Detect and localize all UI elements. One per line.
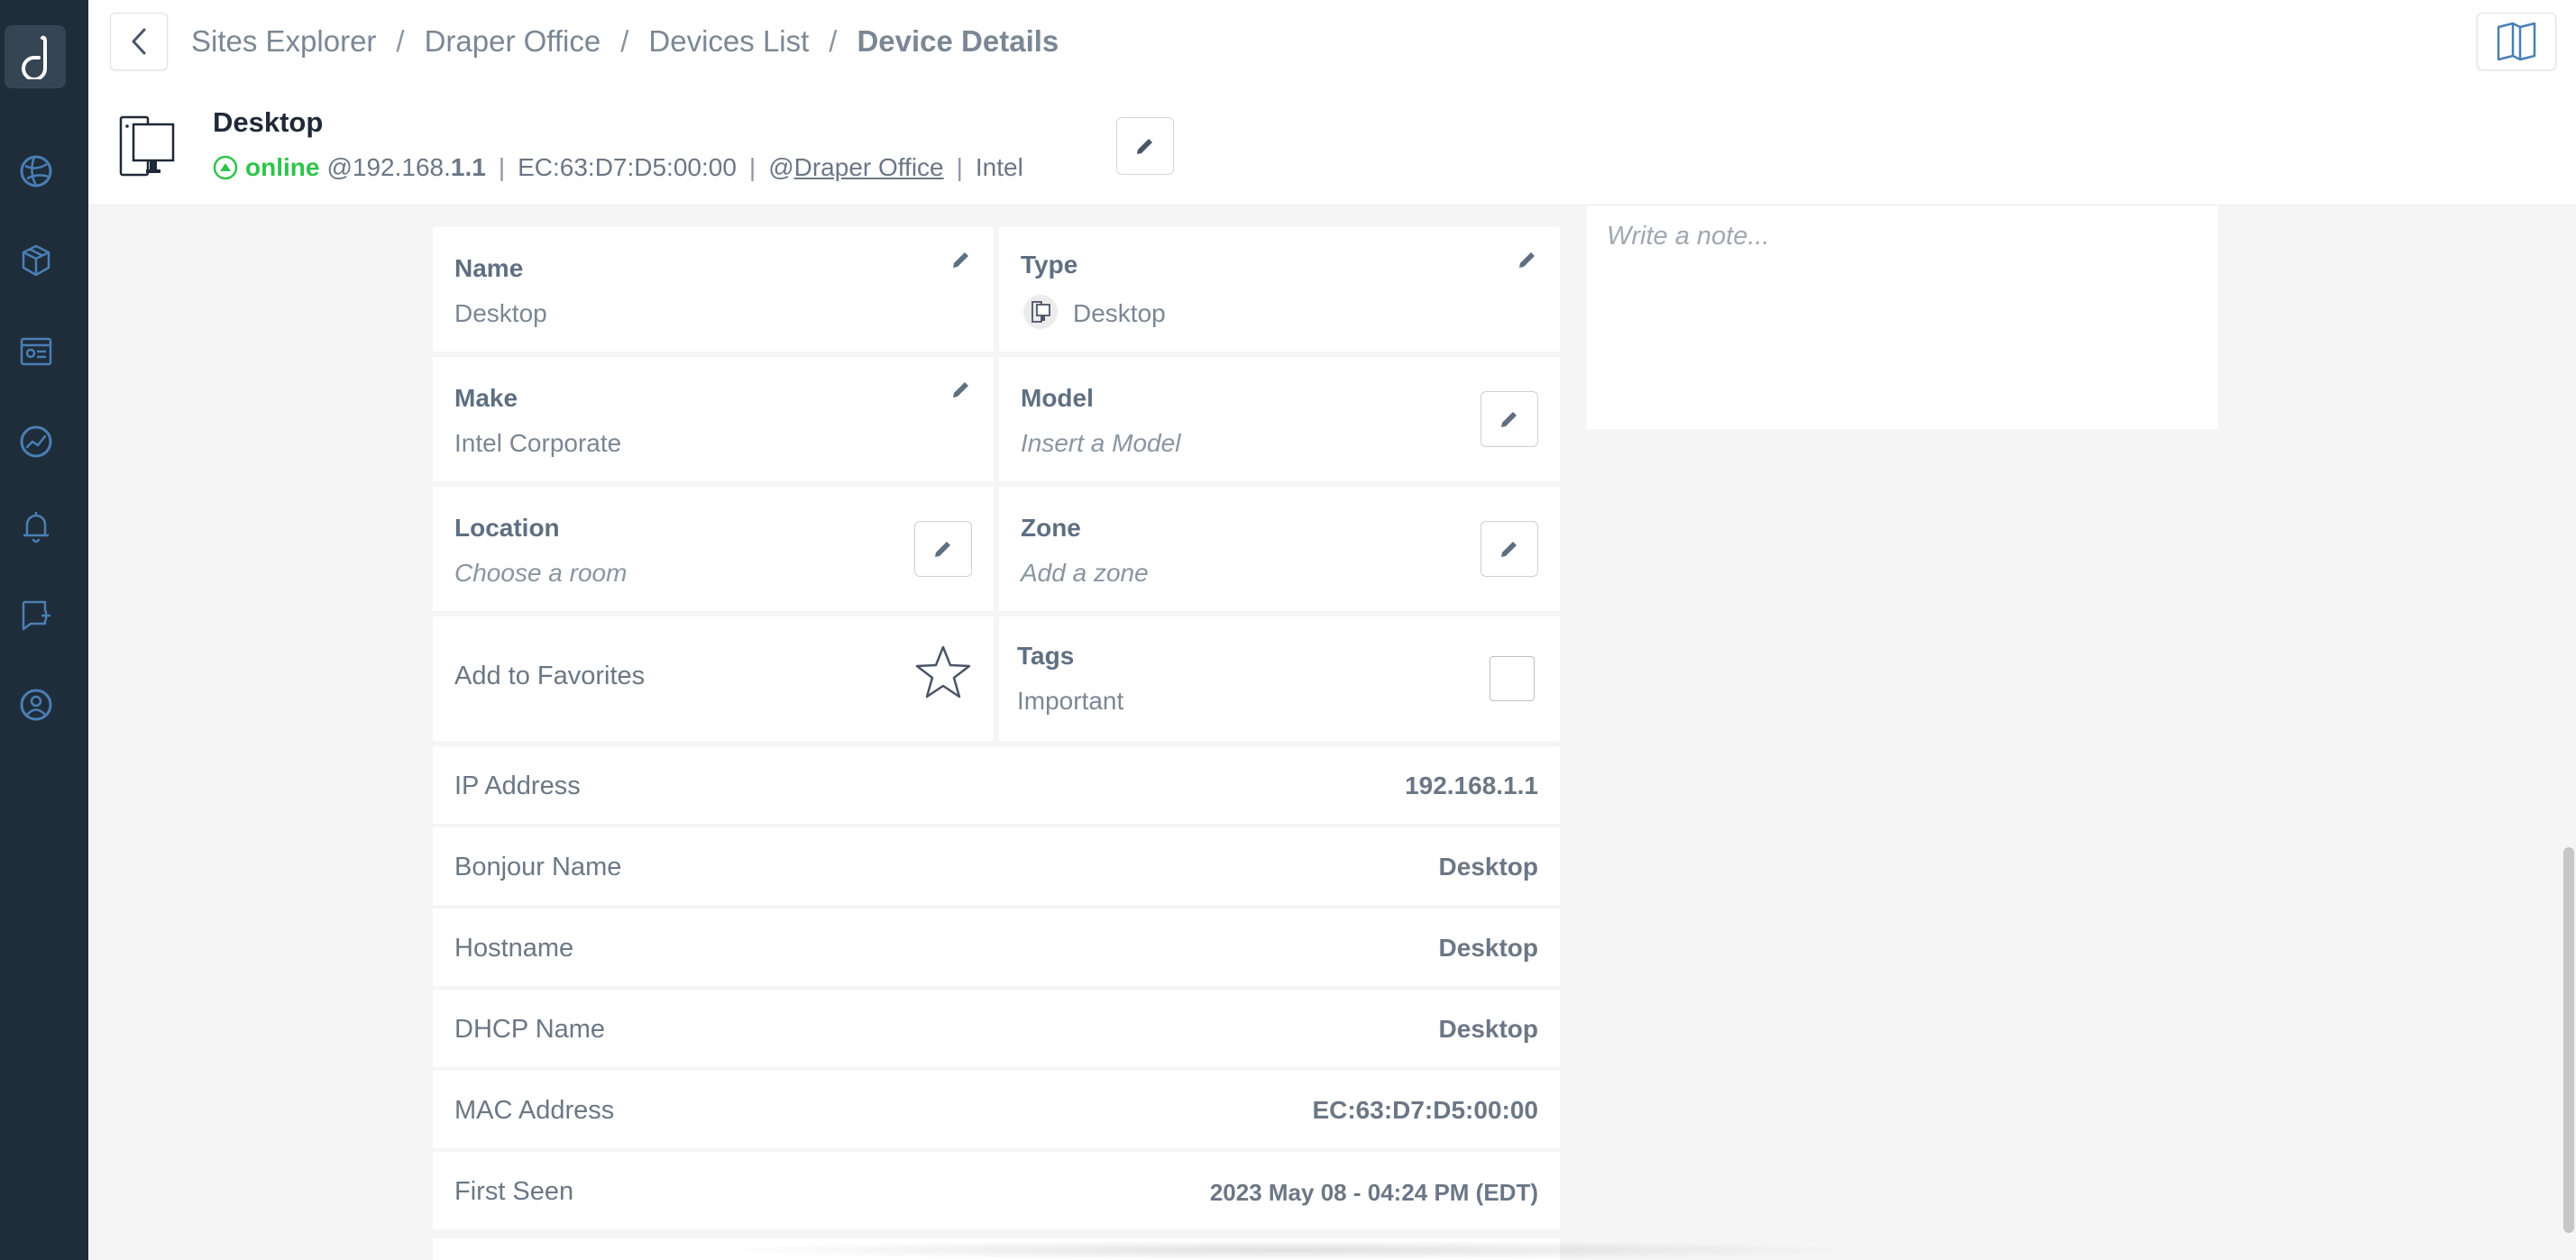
location-card: Location Choose a room	[433, 487, 994, 611]
device-meta: online @192.168. 1.1 | EC:63:D7:D5:00:00 …	[213, 153, 1023, 182]
detail-label: Bonjour Name	[454, 853, 622, 881]
note-input[interactable]	[1607, 218, 2184, 254]
edit-model-button[interactable]	[1481, 391, 1538, 447]
tags-label: Tags	[1017, 642, 1075, 670]
detail-label: MAC Address	[454, 1096, 615, 1125]
make-card: Make Intel Corporate	[433, 357, 994, 481]
meta-divider: |	[956, 153, 963, 181]
chevron-left-icon	[132, 28, 146, 55]
desktop-type-icon	[1023, 295, 1058, 329]
mac-address-meta: EC:63:D7:D5:00:00	[518, 153, 737, 181]
chart-circle-icon[interactable]	[14, 420, 58, 463]
type-card: Type Desktop	[999, 227, 1560, 352]
logo-icon	[22, 35, 47, 79]
zone-label: Zone	[1021, 514, 1081, 542]
type-label: Type	[1021, 251, 1078, 278]
breadcrumb-draper-office[interactable]: Draper Office	[425, 24, 601, 59]
book-open-icon	[2497, 22, 2536, 61]
docs-button[interactable]	[2477, 13, 2556, 70]
edit-location-button[interactable]	[914, 521, 972, 577]
make-label: Make	[454, 384, 518, 412]
detail-label: IP Address	[454, 772, 581, 800]
detail-row-first-seen: First Seen 2023 May 08 - 04:24 PM (EDT)	[433, 1152, 1560, 1229]
detail-label: DHCP Name	[454, 1015, 606, 1044]
breadcrumb-separator: /	[396, 24, 405, 58]
location-placeholder[interactable]: Choose a room	[454, 559, 627, 588]
detail-value: Desktop	[1438, 934, 1538, 962]
site-link[interactable]: Draper Office	[794, 153, 944, 182]
breadcrumb-separator: /	[620, 24, 629, 58]
breadcrumb-current: Device Details	[857, 24, 1059, 58]
breadcrumb-devices-list[interactable]: Devices List	[648, 24, 809, 59]
site-prefix: @	[768, 153, 794, 181]
edit-type-pencil-icon[interactable]	[1517, 249, 1538, 270]
pencil-icon	[1501, 542, 1517, 557]
chat-plus-icon[interactable]	[14, 593, 58, 636]
detail-row-hostname: Hostname Desktop	[433, 908, 1560, 986]
device-title: Desktop	[213, 106, 324, 138]
detail-row-dhcp-name: DHCP Name Desktop	[433, 990, 1560, 1067]
ip-suffix: 1.1	[450, 153, 486, 181]
zone-card: Zone Add a zone	[999, 487, 1560, 611]
model-label: Model	[1021, 384, 1094, 412]
scrollbar-thumb[interactable]	[2563, 847, 2574, 1233]
bottom-shadow	[703, 1240, 1875, 1260]
detail-label: First Seen	[454, 1177, 574, 1206]
name-card: Name Desktop	[433, 227, 994, 352]
globe-icon[interactable]	[14, 150, 58, 193]
make-value: Intel Corporate	[454, 429, 622, 457]
favorites-card: Add to Favorites	[433, 616, 994, 741]
page-header: Sites Explorer / Draper Office / Devices…	[88, 0, 2576, 205]
zone-placeholder[interactable]: Add a zone	[1021, 559, 1149, 588]
meta-divider: |	[498, 153, 506, 181]
star-icon[interactable]	[914, 644, 972, 701]
pencil-icon	[1501, 412, 1517, 427]
meta-divider: |	[748, 153, 756, 181]
cube-icon[interactable]	[14, 239, 58, 282]
edit-name-pencil-icon[interactable]	[950, 249, 972, 270]
detail-row-mac-address: MAC Address EC:63:D7:D5:00:00	[433, 1071, 1560, 1148]
breadcrumb: Sites Explorer / Draper Office / Devices…	[191, 23, 1059, 59]
status-online-text: online	[245, 153, 320, 181]
type-value: Desktop	[1073, 299, 1166, 327]
detail-value: Desktop	[1438, 1015, 1538, 1043]
ip-prefix: @192.168.	[326, 153, 451, 181]
detail-label: Hostname	[454, 934, 574, 963]
model-placeholder[interactable]: Insert a Model	[1021, 429, 1180, 458]
detail-row-ip-address: IP Address 192.168.1.1	[433, 746, 1560, 824]
note-card	[1587, 205, 2218, 429]
detail-row-bonjour-name: Bonjour Name Desktop	[433, 827, 1560, 905]
model-card: Model Insert a Model	[999, 357, 1560, 481]
detail-value: 2023 May 08 - 04:24 PM (EDT)	[1209, 1179, 1538, 1206]
location-label: Location	[454, 514, 560, 542]
sidebar	[0, 0, 88, 1260]
edit-make-pencil-icon[interactable]	[950, 379, 972, 400]
back-button[interactable]	[110, 13, 168, 70]
desktop-device-icon	[119, 115, 179, 178]
user-circle-icon[interactable]	[14, 683, 58, 726]
vendor-text: Intel	[975, 153, 1023, 181]
id-card-icon[interactable]	[14, 330, 58, 373]
detail-value: Desktop	[1438, 853, 1538, 881]
detail-value: 192.168.1.1	[1405, 772, 1538, 799]
edit-device-button[interactable]	[1116, 117, 1174, 175]
important-tag-checkbox[interactable]	[1490, 656, 1535, 701]
name-value: Desktop	[454, 299, 547, 327]
detail-value: EC:63:D7:D5:00:00	[1312, 1096, 1538, 1124]
favorites-label: Add to Favorites	[454, 662, 646, 690]
bell-icon[interactable]	[14, 505, 58, 548]
tags-card: Tags Important	[999, 616, 1560, 741]
tags-value: Important	[1017, 687, 1124, 715]
pencil-icon	[935, 542, 950, 557]
edit-zone-button[interactable]	[1481, 521, 1538, 577]
breadcrumb-sites-explorer[interactable]: Sites Explorer	[191, 24, 376, 59]
status-up-icon	[213, 155, 238, 180]
name-label: Name	[454, 254, 524, 282]
pencil-icon	[1137, 139, 1152, 154]
app-logo[interactable]	[5, 25, 66, 88]
breadcrumb-separator: /	[829, 24, 838, 58]
